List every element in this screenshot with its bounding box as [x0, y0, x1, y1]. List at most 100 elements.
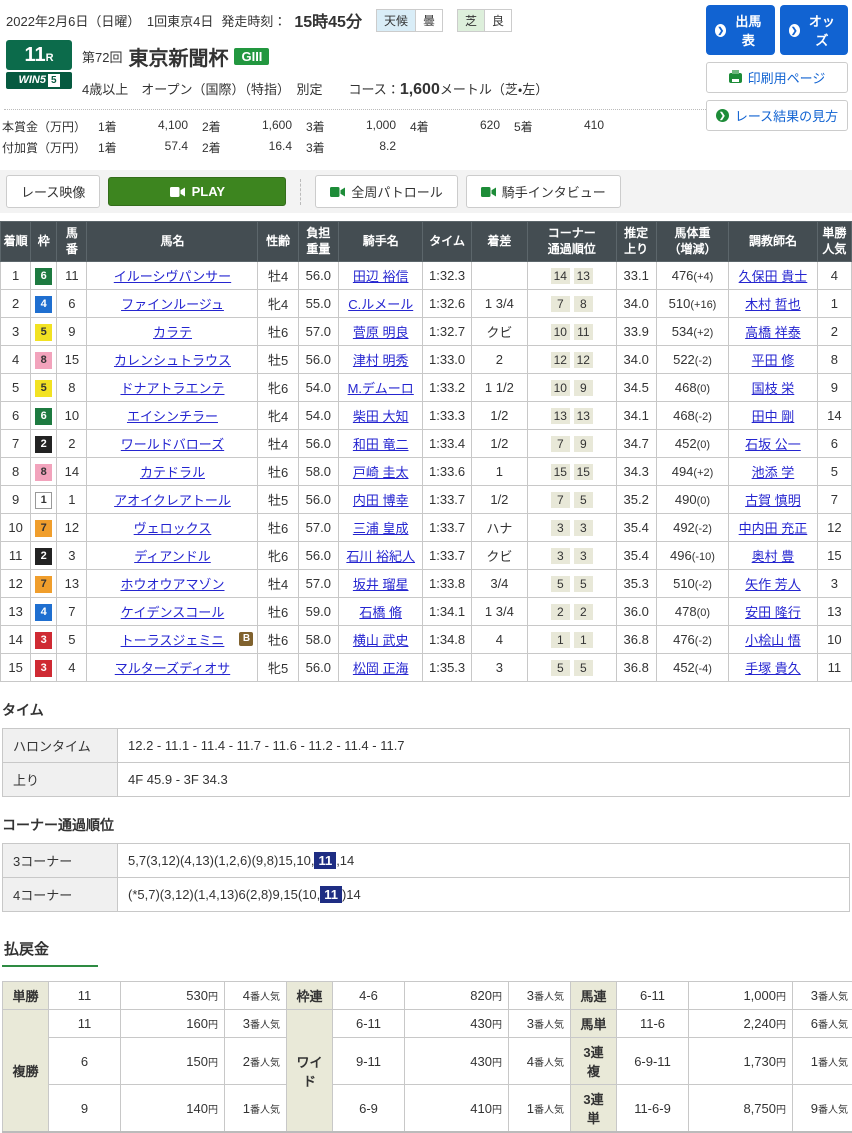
payout-row: 単勝 11 530円 4番人気 枠連 4-6 820円 3番人気 馬連 6-11…: [3, 982, 852, 1010]
jockey-link[interactable]: 菅原 明良: [353, 325, 409, 340]
amount: 1,000円: [689, 982, 793, 1010]
horse-name-link[interactable]: ケイデンスコール: [121, 605, 224, 620]
prize-value: 8.2: [340, 139, 396, 156]
jockey-link[interactable]: 石川 裕紀人: [346, 549, 415, 564]
trainer-link[interactable]: 池添 学: [752, 465, 795, 480]
bet-type-exacta: 馬単: [571, 1010, 617, 1038]
col-header-sex-age: 性齢: [258, 222, 298, 262]
trainer-link[interactable]: 国枝 栄: [752, 381, 795, 396]
jockey-link[interactable]: 横山 武史: [353, 633, 409, 648]
corner-pass-3c: 15: [551, 464, 570, 480]
horse-weight: 510: [673, 576, 695, 591]
play-button[interactable]: PLAY: [108, 177, 286, 206]
jockey-link[interactable]: 津村 明秀: [353, 353, 409, 368]
jockey-link[interactable]: 田辺 裕信: [353, 269, 409, 284]
start-time-label: 発走時刻：: [221, 11, 286, 30]
jockey-link[interactable]: 和田 竜二: [353, 437, 409, 452]
trainer-link[interactable]: 奥村 豊: [752, 549, 795, 564]
sex-age: 牡6: [258, 626, 298, 654]
prize-place: 4着: [410, 118, 444, 135]
trainer-link[interactable]: 久保田 貴士: [739, 269, 808, 284]
win-popularity: 15: [817, 542, 851, 570]
prize-value: 57.4: [132, 139, 188, 156]
trainer-link[interactable]: 田中 剛: [752, 409, 795, 424]
horse-name-link[interactable]: イルーシヴパンサー: [114, 269, 231, 284]
horse-name-link[interactable]: カテドラル: [140, 465, 205, 480]
finish-position: 10: [1, 514, 31, 542]
corner3-row: 3コーナー 5,7(3,12)(4,13)(1,2,6)(9,8)15,10,1…: [3, 844, 850, 878]
jockey-link[interactable]: 柴田 大知: [353, 409, 409, 424]
horse-name-link[interactable]: ファインルージュ: [121, 297, 224, 312]
corner-pass-4c: 1: [574, 632, 593, 648]
sex-age: 牡4: [258, 570, 298, 598]
margin: 4: [471, 626, 527, 654]
trainer-link[interactable]: 石坂 公一: [745, 437, 801, 452]
sex-age: 牡6: [258, 458, 298, 486]
trainer-link[interactable]: 小桧山 悟: [745, 633, 801, 648]
col-header-jockey: 騎手名: [338, 222, 422, 262]
last-3f-time: 34.3: [616, 458, 656, 486]
corner-pass-4c: 15: [574, 464, 593, 480]
horse-number: 13: [57, 570, 87, 598]
waku-badge: 7: [35, 576, 52, 593]
horse-weight: 492: [673, 520, 695, 535]
jockey-link[interactable]: 戸崎 圭太: [353, 465, 409, 480]
horse-name-link[interactable]: ワールドバローズ: [121, 437, 224, 452]
horse-name-link[interactable]: ドナアトラエンテ: [120, 381, 224, 396]
corner-order-section: コーナー通過順位 3コーナー 5,7(3,12)(4,13)(1,2,6)(9,…: [0, 815, 852, 912]
horse-name-link[interactable]: ホウオウアマゾン: [120, 577, 224, 592]
horse-name-link[interactable]: カラテ: [153, 325, 192, 340]
jockey-link[interactable]: 三浦 皇成: [353, 521, 409, 536]
patrol-video-button[interactable]: 全周パトロール: [315, 175, 457, 208]
trainer-link[interactable]: 古賀 慎明: [745, 493, 801, 508]
trainer-link[interactable]: 矢作 芳人: [745, 577, 801, 592]
horse-name-link[interactable]: ヴェロックス: [134, 521, 212, 536]
jockey-link[interactable]: 石橋 脩: [359, 605, 402, 620]
horse-name-link[interactable]: エイシンチラー: [127, 409, 218, 424]
trainer-link[interactable]: 手塚 貴久: [745, 661, 801, 676]
col-header-weight-carried: 負担 重量: [298, 222, 338, 262]
corner-pass-4c: 5: [574, 492, 593, 508]
popularity: 3番人気: [793, 982, 852, 1010]
results-header-row: 着順 枠 馬 番 馬名 性齢 負担 重量 騎手名 タイム 着差 コーナー 通過順…: [1, 222, 852, 262]
last-3f-time: 34.7: [616, 430, 656, 458]
jockey-link[interactable]: 坂井 瑠星: [353, 577, 409, 592]
result-guide-button[interactable]: ❯ レース結果の見方: [706, 100, 848, 131]
corner-pass-3c: 7: [551, 436, 570, 452]
weight-carried: 56.0: [298, 262, 338, 290]
horse-name-link[interactable]: カレンシュトラウス: [114, 353, 231, 368]
jockey-link[interactable]: 松岡 正海: [353, 661, 409, 676]
finish-position: 4: [1, 346, 31, 374]
prize-place: 3着: [306, 139, 340, 156]
race-distance: 1,600: [400, 81, 440, 98]
corner-section-title: コーナー通過順位: [2, 815, 850, 835]
trainer-link[interactable]: 安田 隆行: [745, 605, 801, 620]
last-up-label: 上り: [3, 763, 118, 797]
jockey-interview-button[interactable]: 騎手インタビュー: [466, 175, 621, 208]
horse-name-link[interactable]: マルターズディオサ: [115, 661, 230, 676]
entry-table-button[interactable]: ❯ 出馬表: [706, 5, 775, 55]
odds-button[interactable]: ❯ オッズ: [780, 5, 849, 55]
trainer-link[interactable]: 高橋 祥泰: [745, 325, 801, 340]
table-row: 10 7 12 ヴェロックス 牡6 57.0 三浦 皇成 1:33.7 ハナ 3…: [1, 514, 852, 542]
race-video-button[interactable]: レース映像: [6, 175, 100, 208]
corner-pass-3c: 3: [551, 548, 570, 564]
weather-value: 曇: [415, 10, 442, 31]
last-3f-time: 34.0: [616, 346, 656, 374]
horse-name-link[interactable]: ディアンドル: [134, 549, 211, 564]
sex-age: 牡6: [258, 598, 298, 626]
combo: 9: [49, 1085, 121, 1133]
trainer-link[interactable]: 中内田 充正: [739, 521, 808, 536]
jockey-link[interactable]: M.デムーロ: [348, 381, 414, 396]
waku-badge: 4: [35, 604, 52, 621]
jockey-link[interactable]: C.ルメール: [348, 297, 413, 312]
last-3f-time: 33.1: [616, 262, 656, 290]
trainer-link[interactable]: 木村 哲也: [745, 297, 801, 312]
prize-value: 1,000: [340, 118, 396, 135]
print-page-button[interactable]: 印刷用ページ: [706, 62, 848, 93]
horse-name-link[interactable]: トーラスジェミニ: [121, 633, 225, 648]
jockey-link[interactable]: 内田 博幸: [353, 493, 409, 508]
horse-name-link[interactable]: アオイクレアトール: [114, 493, 231, 508]
bet-type-place: 複勝: [3, 1010, 49, 1133]
trainer-link[interactable]: 平田 修: [752, 353, 795, 368]
